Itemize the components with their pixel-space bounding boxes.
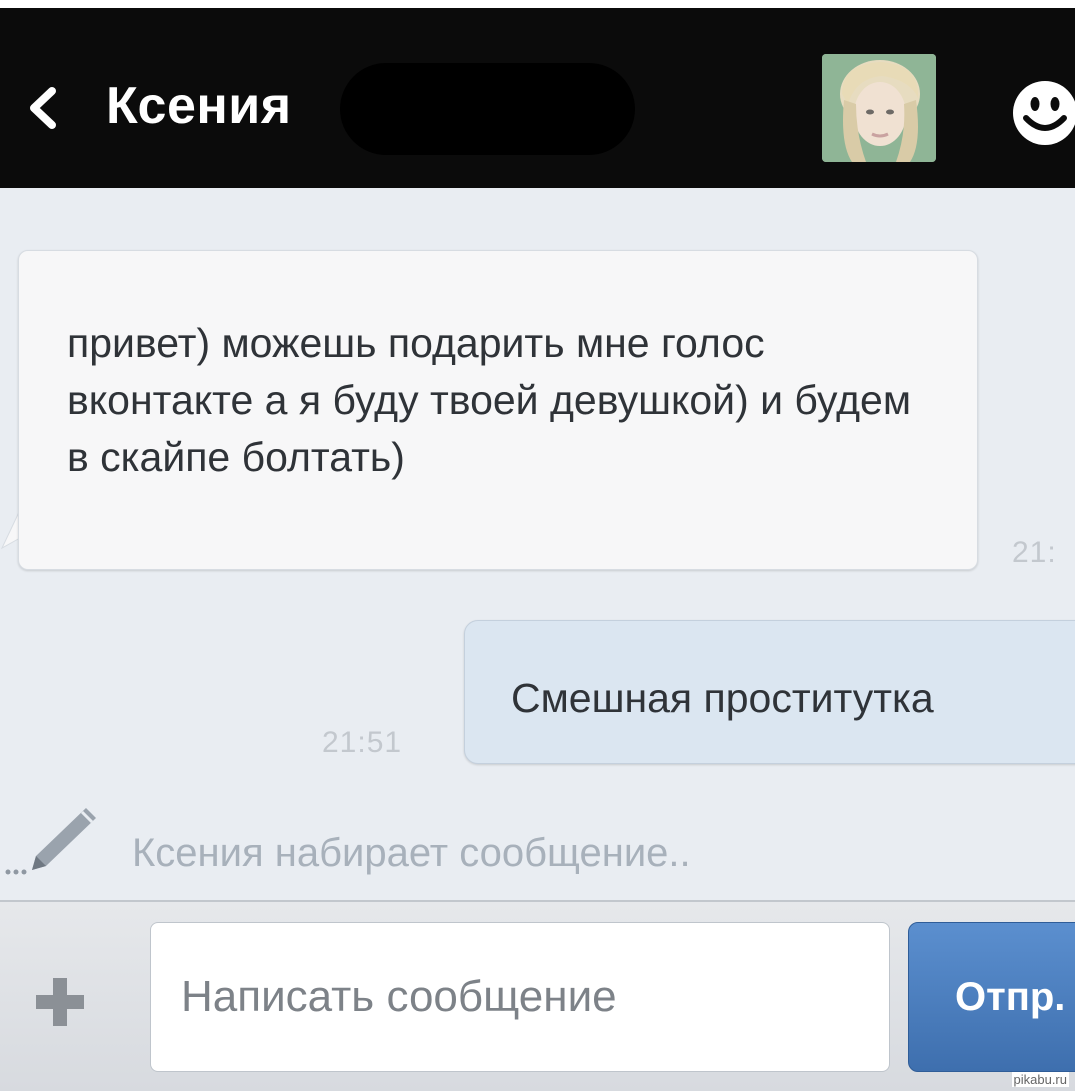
redaction-mark [340, 63, 635, 155]
send-button[interactable]: Отпр. [908, 922, 1075, 1072]
top-border [0, 0, 1075, 8]
message-list[interactable]: привет) можешь подарить мне голос вконта… [0, 188, 1075, 900]
chat-header: Ксения [0, 8, 1075, 188]
contact-name[interactable]: Ксения [106, 76, 292, 136]
avatar-photo [822, 54, 936, 162]
avatar[interactable] [822, 54, 936, 162]
watermark: pikabu.ru [1011, 1072, 1069, 1087]
chevron-left-icon[interactable] [22, 85, 68, 131]
message-input[interactable] [150, 922, 890, 1072]
incoming-message-text: привет) можешь подарить мне голос вконта… [67, 320, 912, 480]
incoming-message-bubble[interactable]: привет) можешь подарить мне голос вконта… [18, 250, 978, 570]
smiley-icon[interactable] [1010, 78, 1075, 148]
incoming-message-time: 21: [1012, 536, 1057, 569]
outgoing-message-text: Смешная проститутка [511, 675, 934, 721]
plus-icon[interactable] [32, 974, 88, 1030]
pencil-icon [5, 808, 96, 875]
composer-bar: Отпр. [0, 900, 1075, 1091]
outgoing-message-time: 21:51 [322, 726, 403, 759]
typing-indicator: Ксения набирает сообщение.. [132, 831, 691, 875]
chat-screen: Ксения привет) можешь подарить мне голос… [0, 0, 1075, 1091]
outgoing-message-bubble[interactable]: Смешная проститутка [464, 620, 1075, 764]
